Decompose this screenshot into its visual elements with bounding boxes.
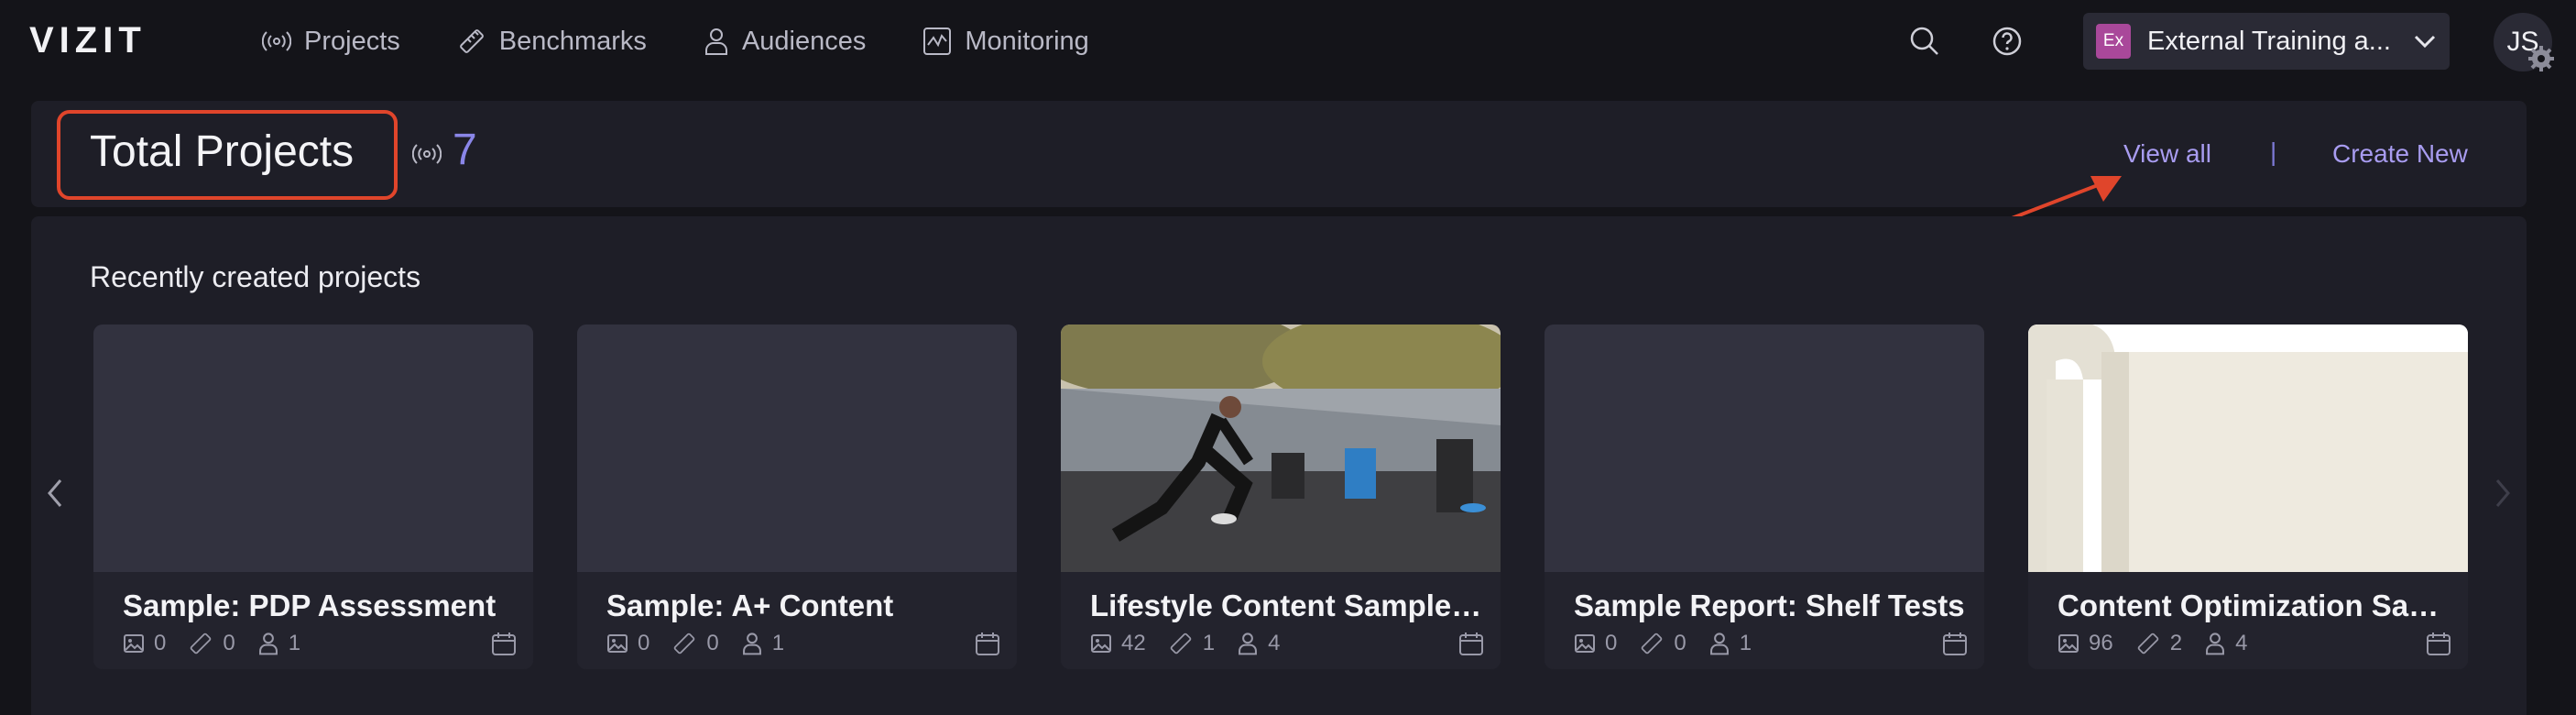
chart-icon	[923, 28, 952, 55]
search-button[interactable]	[1905, 22, 1944, 60]
main-nav: Projects Benchmarks Audiences Monitoring	[262, 0, 1146, 82]
audience-count: 1	[771, 631, 785, 655]
person-icon	[704, 28, 727, 55]
ruler-icon	[191, 632, 212, 654]
chevron-right-icon[interactable]	[2494, 477, 2512, 510]
project-title: Lifestyle Content Sample ...	[1090, 588, 1484, 622]
benchmark-count: 0	[223, 631, 235, 655]
project-stats: 42 1 4	[1090, 631, 1302, 656]
calendar-icon[interactable]	[975, 631, 1000, 656]
top-navigation-bar: VIZIT Projects Benchmarks Audiences Moni…	[0, 0, 2576, 82]
project-thumbnail-photo	[1061, 324, 1501, 572]
project-stats: 0 0 1	[1574, 631, 1774, 656]
nav-label: Benchmarks	[498, 26, 647, 56]
nav-label: Projects	[304, 26, 400, 56]
org-name: External Training a...	[2147, 26, 2391, 56]
image-icon	[2058, 634, 2079, 653]
project-title: Sample: A+ Content	[606, 588, 894, 622]
nav-item-audiences[interactable]: Audiences	[704, 27, 866, 57]
broadcast-icon	[262, 31, 291, 51]
project-card[interactable]: Sample: A+ Content 0 0 1	[577, 324, 1017, 669]
project-thumbnail-photo	[2028, 324, 2468, 572]
person-icon	[2206, 632, 2225, 655]
help-icon	[1992, 27, 2022, 56]
project-card[interactable]: Lifestyle Content Sample ... 42 1 4	[1061, 324, 1501, 669]
project-title: Sample Report: Shelf Tests	[1574, 588, 1965, 622]
org-badge: Ex	[2096, 24, 2131, 59]
calendar-icon[interactable]	[491, 631, 517, 656]
search-icon	[1910, 27, 1938, 55]
image-count: 0	[638, 631, 650, 655]
image-icon	[607, 634, 628, 653]
benchmark-count: 0	[706, 631, 719, 655]
nav-item-benchmarks[interactable]: Benchmarks	[457, 27, 647, 57]
project-thumbnail-placeholder	[1545, 324, 1984, 572]
nav-label: Audiences	[741, 26, 867, 56]
image-count: 0	[154, 631, 167, 655]
card-body: Sample: PDP Assessment 0 0 1	[93, 572, 533, 669]
image-icon	[1575, 634, 1595, 653]
audience-count: 4	[1268, 631, 1281, 655]
nav-item-monitoring[interactable]: Monitoring	[922, 26, 1089, 57]
calendar-icon[interactable]	[2426, 631, 2451, 656]
person-icon	[1239, 632, 1258, 655]
runner-photo	[1061, 324, 1501, 572]
audience-count: 1	[288, 631, 301, 655]
gear-icon[interactable]	[2528, 46, 2554, 72]
section-title: Recently created projects	[90, 260, 421, 293]
project-card[interactable]: Sample Report: Shelf Tests 0 0 1	[1545, 324, 1984, 669]
ruler-icon	[2137, 632, 2158, 654]
chevron-left-icon[interactable]	[46, 477, 64, 510]
broadcast-icon	[412, 144, 442, 164]
project-title: Sample: PDP Assessment	[123, 588, 497, 622]
person-icon	[1709, 632, 1729, 655]
image-count: 42	[1121, 631, 1146, 655]
card-body: Lifestyle Content Sample ... 42 1 4	[1061, 572, 1501, 669]
help-button[interactable]	[1988, 22, 2026, 60]
card-body: Sample: A+ Content 0 0 1	[577, 572, 1017, 669]
benchmark-count: 1	[1202, 631, 1216, 655]
page-title: Total Projects	[90, 127, 355, 176]
ruler-icon	[1642, 632, 1663, 654]
card-body: Sample Report: Shelf Tests 0 0 1	[1545, 572, 1984, 669]
chevron-down-icon	[2414, 35, 2436, 49]
image-count: 96	[2089, 631, 2113, 655]
person-icon	[258, 632, 278, 655]
ruler-icon	[674, 632, 695, 654]
project-stats: 0 0 1	[606, 631, 806, 656]
benchmark-count: 2	[2169, 631, 2183, 655]
project-card[interactable]: Sample: PDP Assessment 0 0 1	[93, 324, 533, 669]
nav-label: Monitoring	[965, 26, 1089, 56]
ruler-icon	[459, 29, 484, 53]
audience-count: 1	[1739, 631, 1752, 655]
image-icon	[1091, 634, 1111, 653]
project-thumbnail-placeholder	[93, 324, 533, 572]
create-new-link[interactable]: Create New	[2332, 139, 2468, 169]
project-stats: 0 0 1	[123, 631, 322, 656]
project-count: 7	[453, 126, 477, 174]
image-icon	[124, 634, 144, 653]
image-count: 0	[1605, 631, 1618, 655]
project-title: Content Optimization Sam...	[2058, 588, 2451, 622]
project-stats: 96 2 4	[2058, 631, 2269, 656]
vizit-logo[interactable]: VIZIT	[29, 20, 147, 61]
card-body: Content Optimization Sam... 96 2 4	[2028, 572, 2468, 669]
project-card[interactable]: Content Optimization Sam... 96 2 4	[2028, 324, 2468, 669]
nav-item-projects[interactable]: Projects	[262, 27, 400, 57]
benchmark-count: 0	[1674, 631, 1686, 655]
ruler-icon	[1170, 632, 1191, 654]
calendar-icon[interactable]	[1458, 631, 1484, 656]
link-separator: |	[2270, 138, 2277, 166]
calendar-icon[interactable]	[1942, 631, 1968, 656]
tumbler-photo	[2028, 324, 2468, 572]
project-thumbnail-placeholder	[577, 324, 1017, 572]
view-all-link[interactable]: View all	[2123, 139, 2211, 169]
audience-count: 4	[2235, 631, 2248, 655]
person-icon	[742, 632, 761, 655]
organization-selector[interactable]: Ex External Training a...	[2083, 13, 2450, 70]
